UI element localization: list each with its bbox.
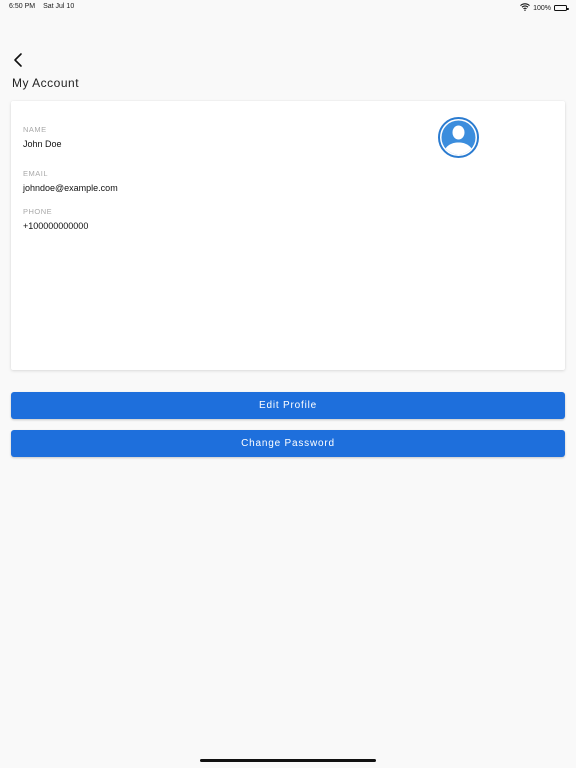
email-value: johndoe@example.com bbox=[23, 183, 118, 193]
edit-profile-button[interactable]: Edit Profile bbox=[11, 392, 565, 419]
change-password-button[interactable]: Change Password bbox=[11, 430, 565, 457]
email-field: EMAIL johndoe@example.com bbox=[23, 169, 118, 193]
email-label: EMAIL bbox=[23, 169, 49, 178]
battery-icon bbox=[554, 5, 569, 11]
status-date: Sat Jul 10 bbox=[43, 3, 75, 10]
name-label: NAME bbox=[23, 125, 47, 134]
battery-percent: 100% bbox=[533, 4, 551, 12]
name-field: NAME John Doe bbox=[23, 125, 62, 149]
home-indicator bbox=[200, 759, 376, 762]
back-button[interactable] bbox=[8, 52, 28, 72]
page-title: My Account bbox=[12, 76, 80, 90]
status-time: 6:50 PM bbox=[9, 3, 36, 10]
phone-value: +100000000000 bbox=[23, 221, 89, 231]
status-bar: 6:50 PM Sat Jul 10 100% bbox=[0, 0, 576, 14]
phone-field: PHONE +100000000000 bbox=[23, 207, 88, 231]
chevron-left-icon bbox=[12, 52, 24, 73]
user-avatar-icon bbox=[438, 117, 479, 158]
profile-card: NAME John Doe EMAIL johndoe@example.com … bbox=[11, 101, 565, 370]
phone-label: PHONE bbox=[23, 207, 53, 216]
wifi-icon bbox=[520, 3, 530, 13]
avatar[interactable] bbox=[438, 117, 479, 158]
name-value: John Doe bbox=[23, 139, 62, 149]
